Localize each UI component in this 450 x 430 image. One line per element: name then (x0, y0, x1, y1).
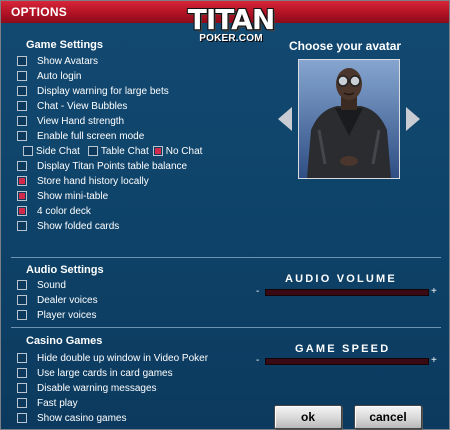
checkbox[interactable] (23, 146, 33, 156)
checkbox[interactable] (17, 56, 27, 66)
option-label: Fast play (37, 397, 78, 409)
option-label: Use large cards in card games (37, 367, 173, 379)
checkbox[interactable] (17, 101, 27, 111)
titan-poker-logo: TITAN POKER.COM (185, 5, 277, 55)
option-sound[interactable]: Sound (17, 278, 66, 292)
checkbox[interactable] (17, 383, 27, 393)
speed-minus[interactable]: - (256, 355, 259, 366)
option-label: Display warning for large bets (37, 85, 169, 97)
window-title: OPTIONS (11, 5, 68, 19)
speed-plus[interactable]: + (431, 355, 437, 366)
game-settings-heading: Game Settings (26, 39, 104, 51)
checkbox[interactable] (17, 221, 27, 231)
option-player-voices[interactable]: Player voices (17, 308, 96, 322)
cancel-button[interactable]: cancel (354, 405, 422, 429)
option-dealer-voices[interactable]: Dealer voices (17, 293, 98, 307)
avatar-heading: Choose your avatar (289, 39, 402, 53)
option-fast-play[interactable]: Fast play (17, 396, 78, 410)
option-mini-table[interactable]: Show mini-table (17, 189, 108, 203)
option-show-casino-games[interactable]: Show casino games (17, 411, 127, 425)
ok-button[interactable]: ok (274, 405, 342, 429)
casino-games-heading: Casino Games (26, 335, 103, 347)
option-side-chat[interactable]: Side Chat (17, 146, 80, 157)
option-label: Store hand history locally (37, 175, 149, 187)
option-label: Player voices (37, 309, 97, 321)
option-label: Show folded cards (37, 220, 120, 232)
avatar-preview (298, 59, 400, 179)
checkbox[interactable] (17, 413, 27, 423)
option-four-color-deck[interactable]: 4 color deck (17, 204, 91, 218)
volume-plus[interactable]: + (431, 286, 437, 297)
checkbox[interactable] (17, 71, 27, 81)
option-chat-bubbles[interactable]: Chat - View Bubbles (17, 99, 127, 113)
checkbox[interactable] (17, 131, 27, 141)
option-label: 4 color deck (37, 205, 91, 217)
option-large-cards[interactable]: Use large cards in card games (17, 366, 173, 380)
options-window: OPTIONS TITAN POKER.COM Game Settings Sh… (0, 0, 450, 430)
audio-volume-label: AUDIO VOLUME (285, 273, 397, 285)
checkbox[interactable] (17, 295, 27, 305)
checkbox[interactable] (152, 146, 163, 156)
option-auto-login[interactable]: Auto login (17, 69, 81, 83)
option-label: Show casino games (37, 412, 127, 424)
option-label: Dealer voices (37, 294, 98, 306)
option-show-avatars[interactable]: Show Avatars (17, 54, 98, 68)
option-hide-double-up[interactable]: Hide double up window in Video Poker (17, 351, 208, 365)
option-full-screen[interactable]: Enable full screen mode (17, 129, 144, 143)
option-chat-mode-row: Side Chat Table Chat No Chat (17, 144, 202, 158)
section-divider (11, 327, 441, 328)
audio-volume-slider[interactable] (265, 289, 429, 296)
option-disable-warnings[interactable]: Disable warning messages (17, 381, 157, 395)
option-label: Chat - View Bubbles (37, 100, 128, 112)
checkbox[interactable] (17, 353, 27, 363)
option-label: Auto login (37, 70, 82, 82)
checkbox[interactable] (17, 161, 27, 171)
game-speed-label: GAME SPEED (295, 343, 391, 355)
prev-avatar-arrow-icon[interactable] (278, 107, 292, 131)
option-label: Sound (37, 279, 66, 291)
option-label: Enable full screen mode (37, 130, 145, 142)
checkbox[interactable] (17, 398, 27, 408)
option-titan-points[interactable]: Display Titan Points table balance (17, 159, 187, 173)
option-label: View Hand strength (37, 115, 125, 127)
checkbox[interactable] (17, 176, 27, 186)
checkbox[interactable] (17, 116, 27, 126)
option-label: Show Avatars (37, 55, 98, 67)
option-store-hand-history[interactable]: Store hand history locally (17, 174, 149, 188)
option-hand-strength[interactable]: View Hand strength (17, 114, 124, 128)
option-no-chat[interactable]: No Chat (149, 145, 203, 157)
option-label: Table Chat (100, 145, 149, 157)
option-large-bet-warning[interactable]: Display warning for large bets (17, 84, 169, 98)
checkbox[interactable] (17, 191, 27, 201)
checkbox[interactable] (17, 206, 27, 216)
option-label: Display Titan Points table balance (37, 160, 188, 172)
avatar-portrait-icon (299, 60, 399, 178)
checkbox[interactable] (17, 86, 27, 96)
checkbox[interactable] (87, 146, 98, 156)
option-table-chat[interactable]: Table Chat (80, 146, 149, 157)
checkbox[interactable] (17, 310, 27, 320)
option-label: No Chat (165, 145, 203, 157)
option-label: Disable warning messages (37, 382, 157, 394)
checkbox[interactable] (17, 280, 27, 290)
audio-settings-heading: Audio Settings (26, 264, 104, 276)
option-folded-cards[interactable]: Show folded cards (17, 219, 119, 233)
option-label: Side Chat (36, 145, 80, 157)
next-avatar-arrow-icon[interactable] (406, 107, 420, 131)
logo-main-text: TITAN (187, 3, 276, 36)
option-label: Hide double up window in Video Poker (37, 352, 209, 364)
game-speed-slider[interactable] (265, 358, 429, 365)
section-divider (11, 257, 441, 258)
option-label: Show mini-table (37, 190, 109, 202)
volume-minus[interactable]: - (256, 286, 259, 297)
checkbox[interactable] (17, 368, 27, 378)
